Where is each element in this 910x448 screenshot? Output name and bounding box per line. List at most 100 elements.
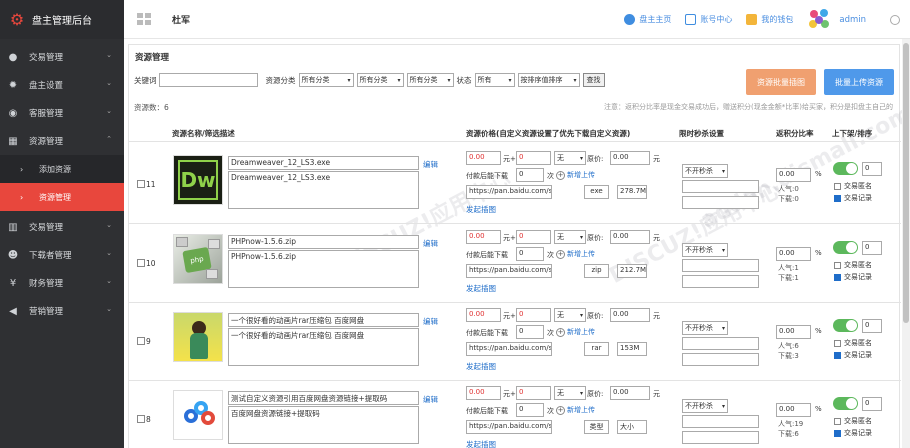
- keyword-input[interactable]: [158, 73, 258, 87]
- seckill-end-input[interactable]: [682, 353, 759, 366]
- resource-name-input[interactable]: 测试自定义资源引用百度网盘资源链接+提取码: [228, 391, 419, 405]
- sidebar-item-resources[interactable]: ▦ 资源管理 ⌃: [0, 127, 124, 155]
- points-rate-input[interactable]: 0.00: [776, 325, 811, 339]
- sidebar-sub-manage-resource[interactable]: › 资源管理: [0, 183, 124, 211]
- new-upload-link[interactable]: + 新增上传: [556, 170, 595, 180]
- currency-select[interactable]: 无: [554, 230, 586, 244]
- start-thumbnail-link[interactable]: 发起插图: [466, 204, 496, 215]
- sidebar-item-settings[interactable]: ✹ 盘主设置 ⌄: [0, 71, 124, 99]
- row-checkbox[interactable]: [137, 180, 145, 188]
- shelf-toggle[interactable]: [833, 319, 858, 332]
- extra-price-input[interactable]: 0: [516, 230, 551, 244]
- wallet-link[interactable]: 我的钱包: [746, 14, 793, 25]
- file-size-input[interactable]: 大小: [617, 420, 647, 434]
- status-select[interactable]: 所有: [474, 73, 515, 87]
- anon-checkbox[interactable]: 交易匿名: [834, 260, 872, 270]
- edit-link[interactable]: 编辑: [423, 238, 438, 249]
- seckill-end-input[interactable]: [682, 431, 759, 444]
- file-type-input[interactable]: rar: [584, 342, 609, 356]
- orig-price-input[interactable]: 0.00: [610, 151, 650, 165]
- seckill-start-input[interactable]: [682, 180, 759, 193]
- download-url-input[interactable]: https://pan.baidu.com/s/1kl: [466, 264, 552, 278]
- seckill-select[interactable]: 不开秒杀: [682, 164, 728, 178]
- sidebar-item-trade[interactable]: ● 交易管理 ⌄: [0, 43, 124, 71]
- category-select-2[interactable]: 所有分类: [356, 73, 404, 87]
- extra-price-input[interactable]: 0: [516, 308, 551, 322]
- power-icon[interactable]: [890, 14, 900, 25]
- seckill-start-input[interactable]: [682, 415, 759, 428]
- shelf-toggle[interactable]: [833, 397, 858, 410]
- price-input[interactable]: 0.00: [466, 308, 501, 322]
- resource-thumbnail[interactable]: Dw: [173, 155, 223, 205]
- row-checkbox[interactable]: [137, 259, 145, 267]
- start-thumbnail-link[interactable]: 发起插图: [466, 361, 496, 372]
- orig-price-input[interactable]: 0.00: [610, 386, 650, 400]
- extra-price-input[interactable]: 0: [516, 151, 551, 165]
- price-input[interactable]: 0.00: [466, 230, 501, 244]
- batch-thumbnail-button[interactable]: 资源批量插图: [746, 69, 816, 95]
- sidebar-sub-add-resource[interactable]: › 添加资源: [0, 155, 124, 183]
- orig-price-input[interactable]: 0.00: [610, 308, 650, 322]
- file-type-input[interactable]: zip: [584, 264, 609, 278]
- new-upload-link[interactable]: + 新增上传: [556, 327, 595, 337]
- download-times-input[interactable]: 0: [516, 403, 544, 417]
- row-checkbox[interactable]: [137, 415, 145, 423]
- price-input[interactable]: 0.00: [466, 386, 501, 400]
- extra-price-input[interactable]: 0: [516, 386, 551, 400]
- sidebar-item-trade2[interactable]: ▥ 交易管理 ⌄: [0, 213, 124, 241]
- scrollbar[interactable]: [902, 39, 910, 448]
- seckill-start-input[interactable]: [682, 337, 759, 350]
- record-checkbox[interactable]: 交易记录: [834, 350, 872, 360]
- scrollbar-thumb[interactable]: [903, 43, 909, 323]
- resource-desc-textarea[interactable]: 一个很好看的动画片rar压缩包 百度网盘: [228, 328, 419, 366]
- sort-order-input[interactable]: 0: [862, 162, 882, 176]
- file-size-input[interactable]: 153M: [617, 342, 647, 356]
- resource-desc-textarea[interactable]: PHPnow-1.5.6.zip: [228, 250, 419, 288]
- resource-desc-textarea[interactable]: 百度网盘资源链接+提取码: [228, 406, 419, 444]
- sidebar-item-marketing[interactable]: ◀ 营销管理 ⌄: [0, 297, 124, 325]
- points-rate-input[interactable]: 0.00: [776, 247, 811, 261]
- sort-order-input[interactable]: 0: [862, 319, 882, 333]
- seckill-select[interactable]: 不开秒杀: [682, 243, 728, 257]
- sort-select[interactable]: 按排序值排序: [517, 73, 580, 87]
- price-input[interactable]: 0.00: [466, 151, 501, 165]
- start-thumbnail-link[interactable]: 发起插图: [466, 283, 496, 294]
- seckill-start-input[interactable]: [682, 259, 759, 272]
- sidebar-logo[interactable]: ⚙ 盘主管理后台: [0, 0, 124, 39]
- seckill-end-input[interactable]: [682, 275, 759, 288]
- download-times-input[interactable]: 0: [516, 247, 544, 261]
- file-size-input[interactable]: 212.7M: [617, 264, 647, 278]
- download-times-input[interactable]: 0: [516, 168, 544, 182]
- points-rate-input[interactable]: 0.00: [776, 403, 811, 417]
- start-thumbnail-link[interactable]: 发起插图: [466, 439, 496, 448]
- resource-desc-textarea[interactable]: Dreamweaver_12_LS3.exe: [228, 171, 419, 209]
- shelf-toggle[interactable]: [833, 241, 858, 254]
- resource-thumbnail[interactable]: [173, 390, 223, 440]
- sort-order-input[interactable]: 0: [862, 397, 882, 411]
- seckill-end-input[interactable]: [682, 196, 759, 209]
- owner-home-link[interactable]: 盘主主页: [624, 14, 671, 25]
- seckill-select[interactable]: 不开秒杀: [682, 399, 728, 413]
- resource-name-input[interactable]: PHPnow-1.5.6.zip: [228, 235, 419, 249]
- category-select-3[interactable]: 所有分类: [406, 73, 454, 87]
- download-url-input[interactable]: https://pan.baidu.com/s/1jt: [466, 420, 552, 434]
- category-select-1[interactable]: 所有分类: [298, 73, 354, 87]
- resource-name-input[interactable]: 一个很好看的动画片rar压缩包 百度网盘: [228, 313, 419, 327]
- admin-username[interactable]: admin: [839, 15, 866, 25]
- edit-link[interactable]: 编辑: [423, 159, 438, 170]
- new-upload-link[interactable]: + 新增上传: [556, 405, 595, 415]
- sidebar-item-service[interactable]: ◉ 客服管理 ⌄: [0, 99, 124, 127]
- currency-select[interactable]: 无: [554, 151, 586, 165]
- record-checkbox[interactable]: 交易记录: [834, 428, 872, 438]
- new-upload-link[interactable]: + 新增上传: [556, 249, 595, 259]
- resource-thumbnail[interactable]: [173, 312, 223, 362]
- file-type-input[interactable]: exe: [584, 185, 609, 199]
- anon-checkbox[interactable]: 交易匿名: [834, 416, 872, 426]
- orig-price-input[interactable]: 0.00: [610, 230, 650, 244]
- file-size-input[interactable]: 278.7M: [617, 185, 647, 199]
- edit-link[interactable]: 编辑: [423, 316, 438, 327]
- anon-checkbox[interactable]: 交易匿名: [834, 338, 872, 348]
- currency-select[interactable]: 无: [554, 386, 586, 400]
- download-url-input[interactable]: https://pan.baidu.com/s/1K: [466, 342, 552, 356]
- row-checkbox[interactable]: [137, 337, 145, 345]
